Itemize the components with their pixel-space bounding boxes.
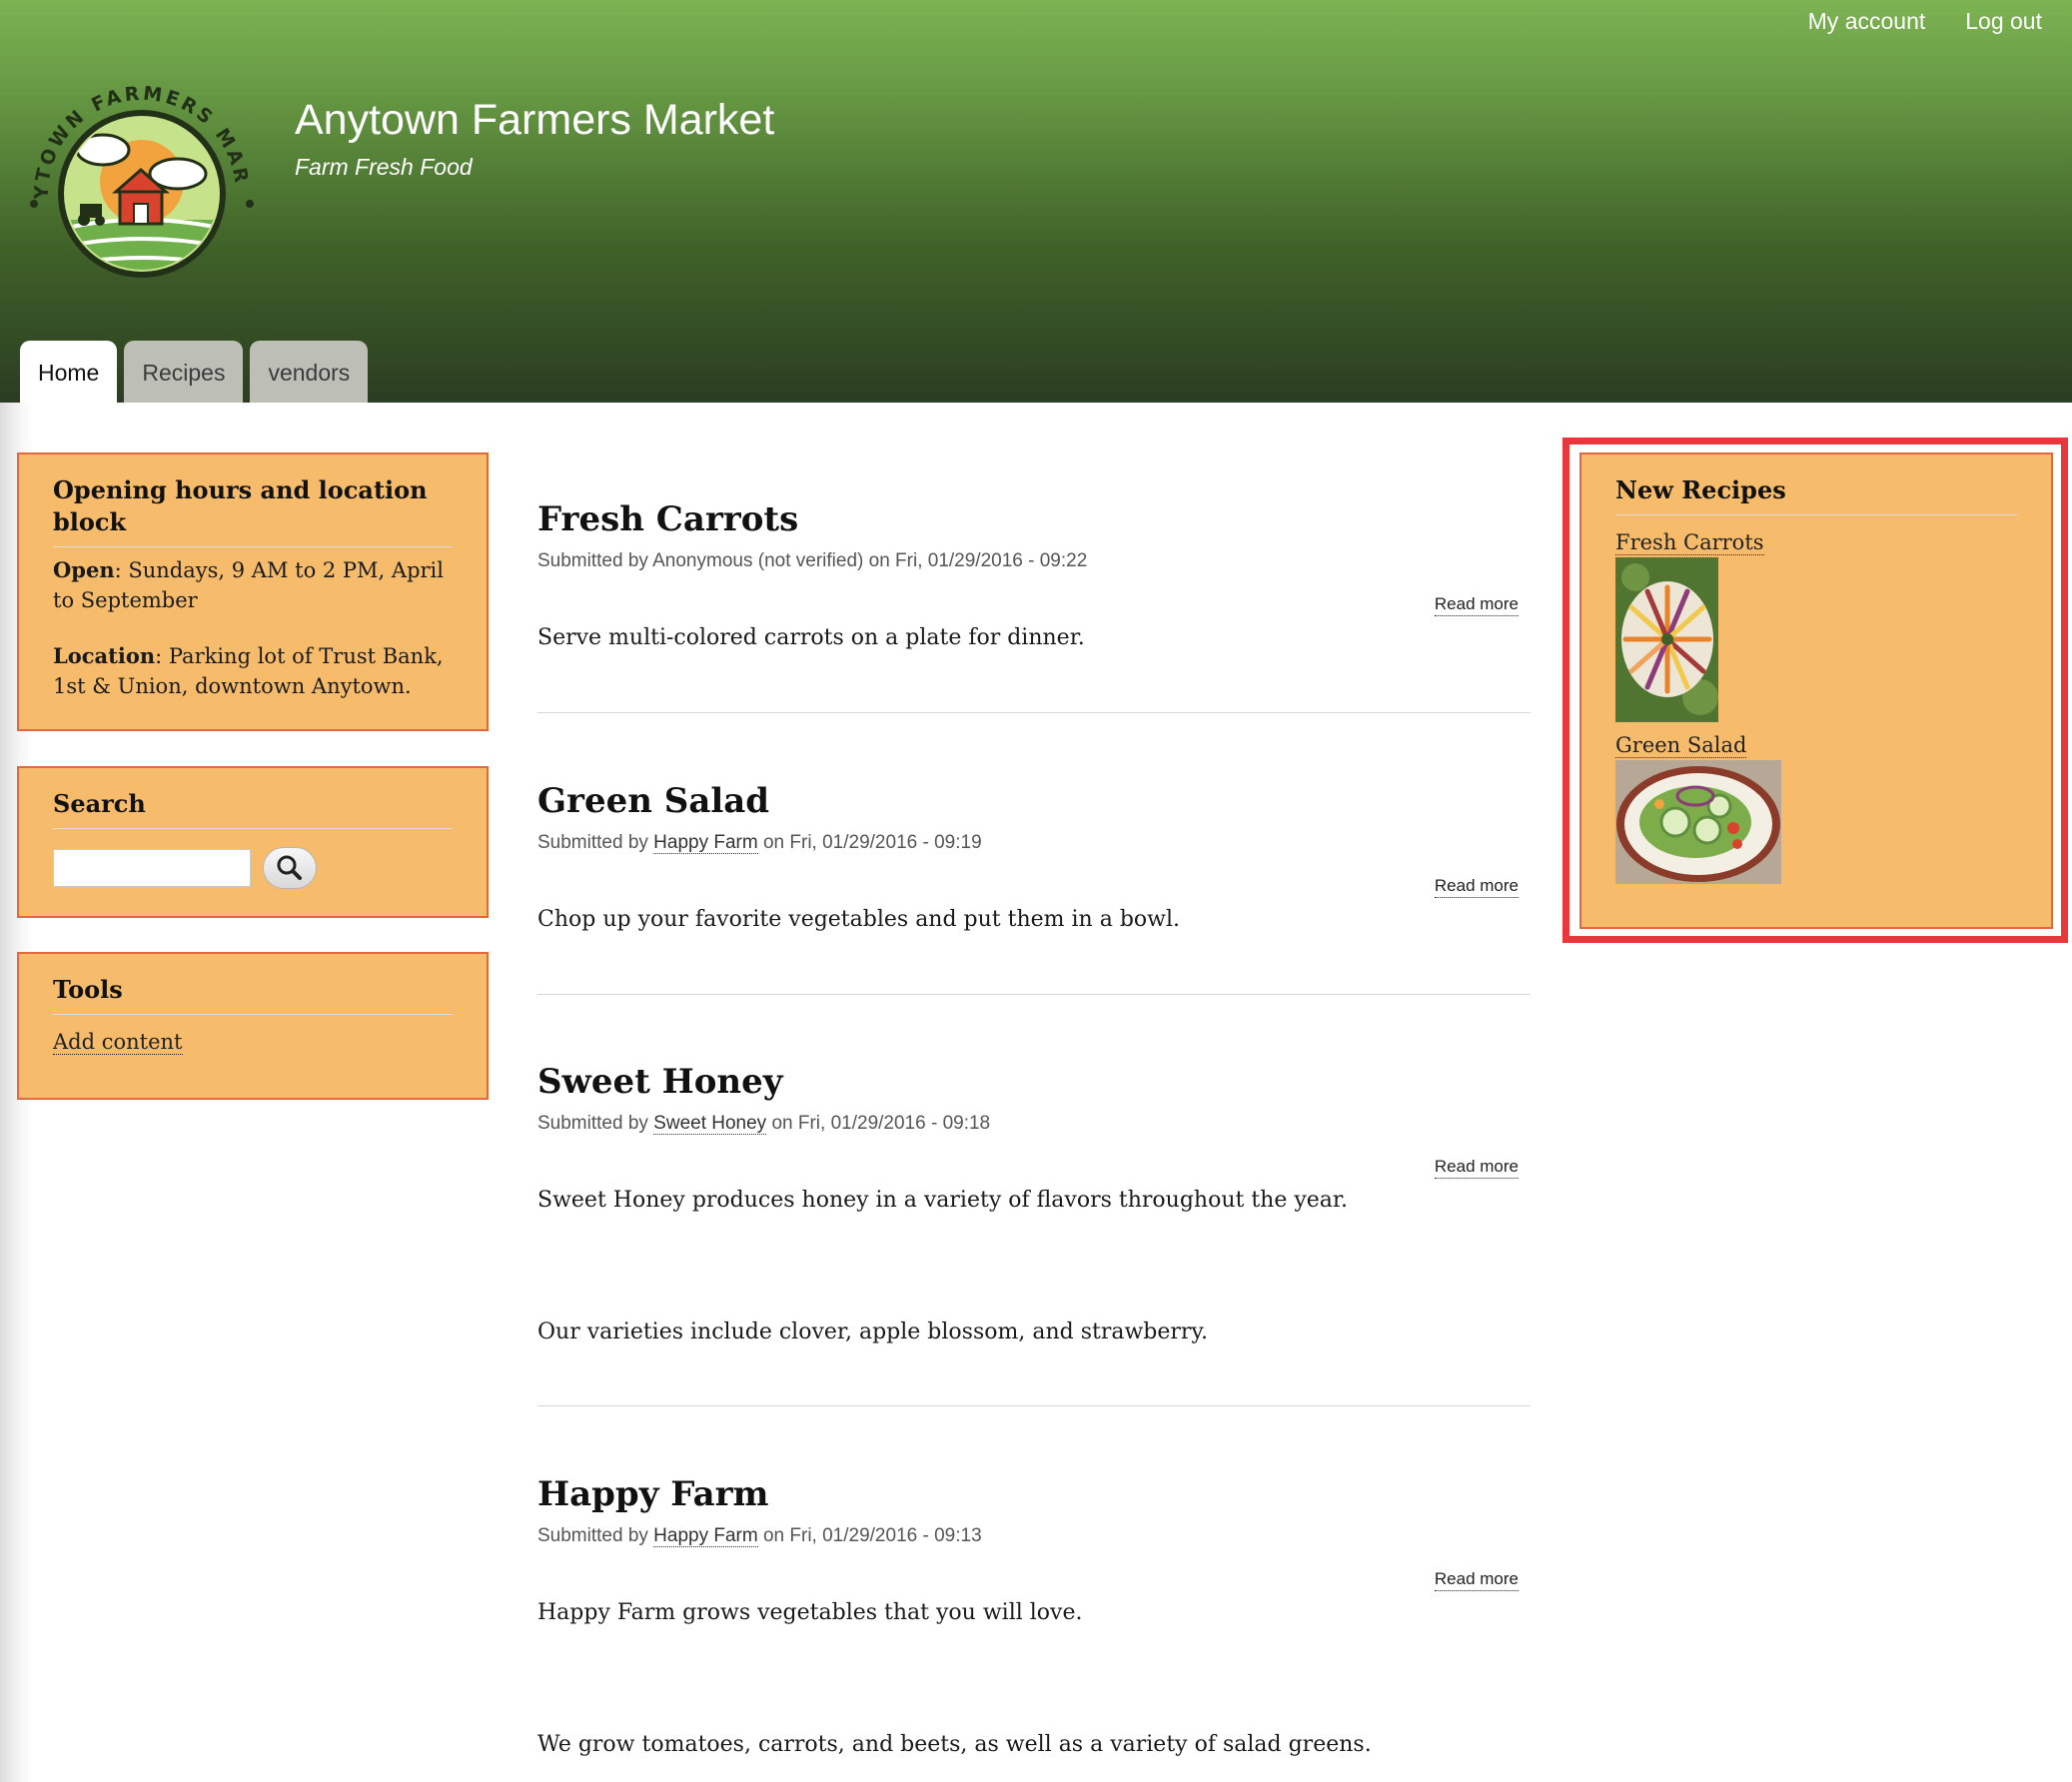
site-header: My account Log out ANYTOWN FARMERS MARKE…	[0, 0, 2072, 403]
node-divider	[537, 712, 1531, 713]
barn-sun-logo-icon: ANYTOWN FARMERS MARKET FARM FRESH FOOD	[9, 53, 254, 281]
highlight-frame	[1562, 438, 2068, 943]
submitted-prefix: Submitted by	[537, 1525, 654, 1546]
block-title: Tools	[53, 974, 453, 1015]
open-label: Open	[53, 557, 115, 582]
opening-hours-block: Opening hours and location block Open: S…	[17, 452, 489, 731]
node-author-link[interactable]: Sweet Honey	[653, 1113, 767, 1135]
read-more-link[interactable]: Read more	[1434, 1568, 1519, 1591]
node-author-link[interactable]: Happy Farm	[653, 1525, 758, 1547]
node-teaser: Fresh Carrots Submitted by Anonymous (no…	[537, 497, 1531, 713]
log-out-link[interactable]: Log out	[1965, 6, 2042, 36]
node-divider	[537, 994, 1531, 995]
node-submitted: Submitted by Happy Farm on Fri, 01/29/20…	[537, 1522, 1531, 1550]
tab-recipes[interactable]: Recipes	[124, 341, 244, 403]
block-title: Opening hours and location block	[53, 474, 453, 547]
node-submitted: Submitted by Sweet Honey on Fri, 01/29/2…	[537, 1110, 1531, 1138]
read-more-link[interactable]: Read more	[1434, 593, 1519, 616]
submitted-date: on Fri, 01/29/2016 - 09:22	[863, 550, 1088, 571]
search-block: Search	[17, 766, 489, 918]
node-divider	[537, 1405, 1531, 1406]
search-button[interactable]	[263, 847, 317, 889]
search-input[interactable]	[53, 849, 251, 887]
tab-vendors[interactable]: vendors	[250, 341, 369, 403]
location-label: Location	[53, 643, 156, 668]
submitted-prefix: Submitted by	[537, 550, 653, 571]
node-body: Our varieties include clover, apple blos…	[537, 1320, 1208, 1344]
opening-hours-text: Open: Sundays, 9 AM to 2 PM, April to Se…	[53, 555, 453, 615]
tools-block: Tools Add content	[17, 952, 489, 1100]
node-body: Serve multi-colored carrots on a plate f…	[537, 625, 1085, 650]
node-body: We grow tomatoes, carrots, and beets, as…	[537, 1732, 1372, 1757]
submitted-date: on Fri, 01/29/2016 - 09:19	[757, 832, 982, 853]
node-title[interactable]: Sweet Honey	[537, 1060, 1531, 1104]
node-submitted: Submitted by Happy Farm on Fri, 01/29/20…	[537, 829, 1531, 857]
node-body: Chop up your favorite vegetables and put…	[537, 907, 1181, 932]
node-body: Sweet Honey produces honey in a variety …	[537, 1188, 1349, 1213]
site-logo[interactable]: ANYTOWN FARMERS MARKET FARM FRESH FOOD	[9, 53, 266, 318]
block-title: Search	[53, 788, 453, 829]
my-account-link[interactable]: My account	[1808, 6, 1926, 36]
node-body: Happy Farm grows vegetables that you wil…	[537, 1600, 1083, 1625]
secondary-menu: My account Log out	[1808, 6, 2042, 36]
node-author-link[interactable]: Happy Farm	[653, 832, 758, 854]
site-slogan: Farm Fresh Food	[295, 154, 473, 180]
node-author: Anonymous (not verified)	[652, 550, 864, 571]
tools-links: Add content	[53, 1027, 453, 1057]
read-more-link[interactable]: Read more	[1434, 1156, 1519, 1179]
location-text: Location: Parking lot of Trust Bank, 1st…	[53, 641, 453, 701]
main-menu-tabs: Home Recipes vendors	[20, 341, 369, 403]
submitted-prefix: Submitted by	[537, 1113, 654, 1134]
tab-home[interactable]: Home	[20, 341, 118, 403]
node-title[interactable]: Green Salad	[537, 779, 1531, 823]
submitted-date: on Fri, 01/29/2016 - 09:13	[757, 1525, 982, 1546]
submitted-prefix: Submitted by	[537, 832, 654, 853]
node-teaser: Green Salad Submitted by Happy Farm on F…	[537, 779, 1531, 995]
read-more-link[interactable]: Read more	[1434, 875, 1519, 898]
search-icon	[277, 855, 302, 880]
add-content-link[interactable]: Add content	[53, 1030, 183, 1055]
node-title[interactable]: Fresh Carrots	[537, 497, 1531, 541]
submitted-date: on Fri, 01/29/2016 - 09:18	[766, 1113, 991, 1134]
node-submitted: Submitted by Anonymous (not verified) on…	[537, 547, 1531, 575]
node-title[interactable]: Happy Farm	[537, 1472, 1531, 1516]
node-teaser: Sweet Honey Submitted by Sweet Honey on …	[537, 1060, 1531, 1409]
site-name[interactable]: Anytown Farmers Market	[295, 92, 774, 148]
node-teaser: Happy Farm Submitted by Happy Farm on Fr…	[537, 1472, 1531, 1772]
